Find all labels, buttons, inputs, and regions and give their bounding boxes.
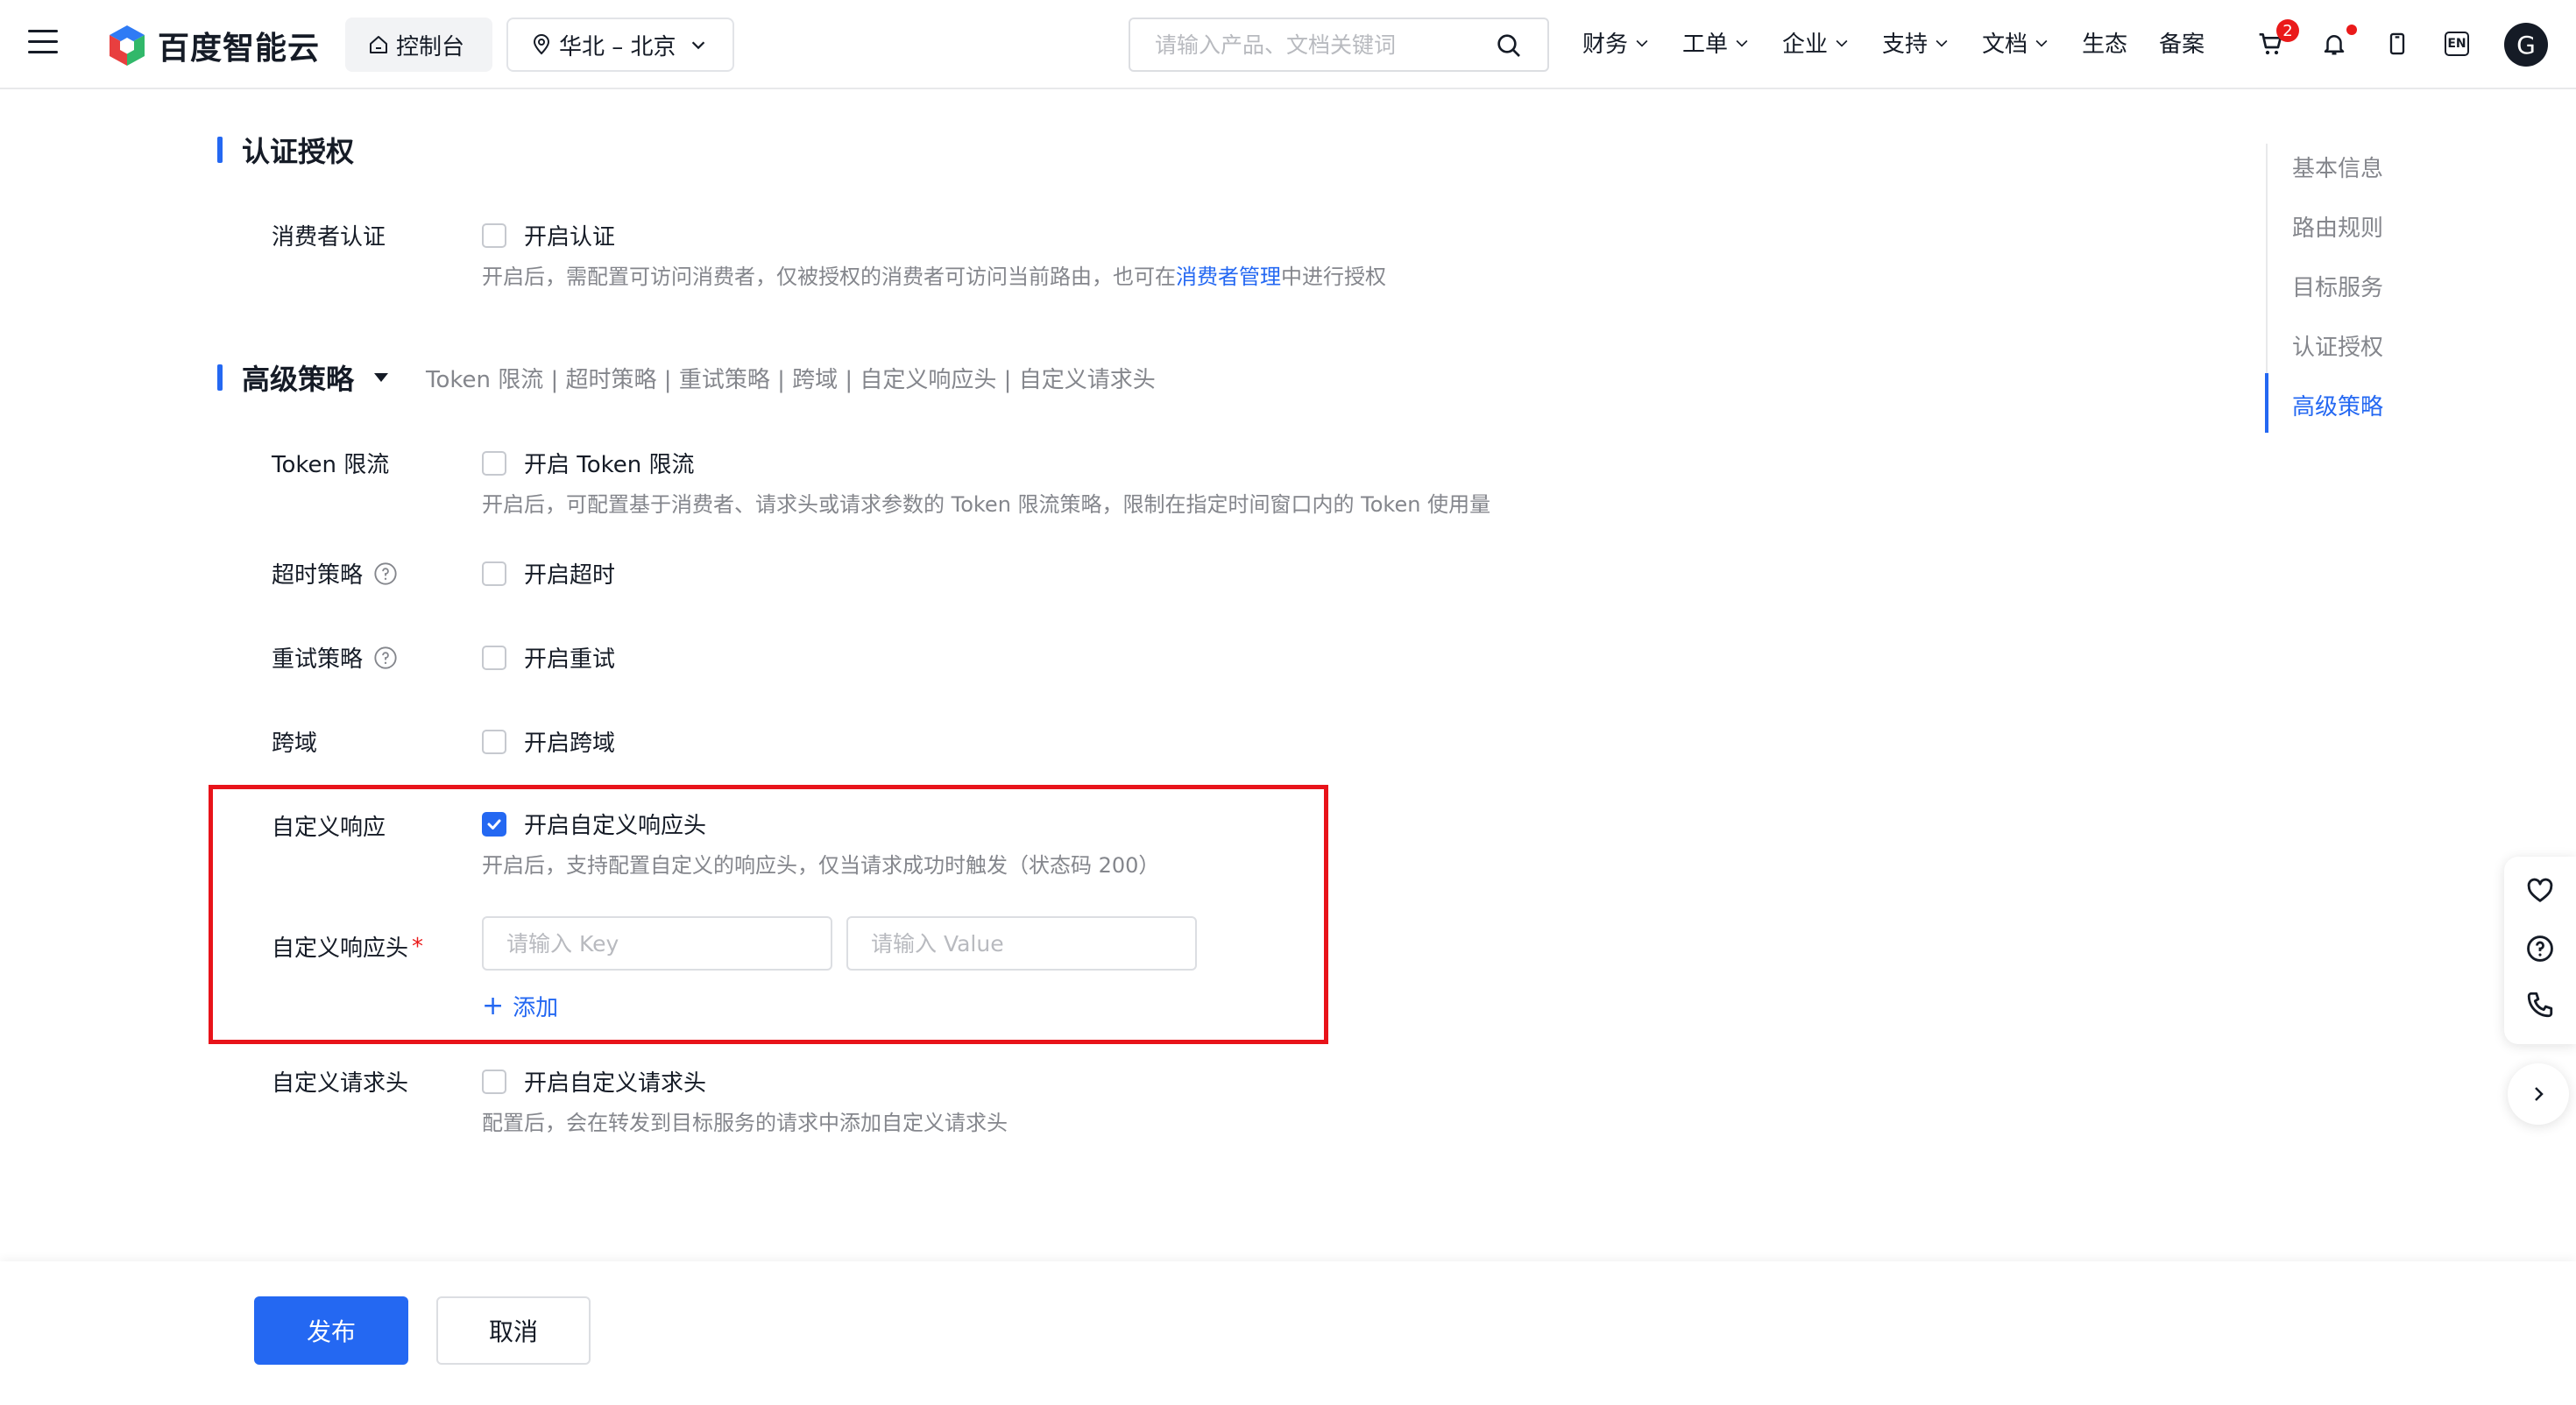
top-menu: 财务 工单 企业 支持 文档 生态 备案 bbox=[1582, 26, 2236, 59]
cors-label: 跨域 bbox=[272, 731, 318, 757]
timeout-checkbox[interactable]: 开启超时 bbox=[482, 557, 615, 590]
section-accent-bar bbox=[217, 364, 223, 391]
checkbox-box[interactable] bbox=[482, 1069, 506, 1094]
timeout-label-text: 超时策略 bbox=[272, 562, 364, 589]
anchor-active-indicator bbox=[2265, 373, 2268, 433]
search-input[interactable] bbox=[1153, 31, 1481, 59]
token-limit-label: Token 限流 bbox=[272, 452, 390, 478]
brand-logo[interactable]: 百度智能云 bbox=[105, 23, 320, 68]
anchor-item-route-rules[interactable]: 路由规则 bbox=[2292, 210, 2383, 243]
checkbox-box[interactable] bbox=[482, 561, 506, 586]
anchor-item-basic-info[interactable]: 基本信息 bbox=[2292, 151, 2383, 183]
advanced-section-title[interactable]: 高级策略 Token 限流 | 超时策略 | 重试策略 | 跨域 | 自定义响应… bbox=[217, 357, 1156, 398]
consumer-auth-checkbox[interactable]: 开启认证 bbox=[482, 219, 615, 251]
console-button[interactable]: 控制台 bbox=[345, 18, 492, 72]
chevron-down-icon bbox=[1636, 39, 1648, 47]
region-label: 华北 – 北京 bbox=[559, 33, 676, 60]
cart-count-badge: 2 bbox=[2276, 19, 2299, 42]
custom-request-label: 自定义请求头 bbox=[272, 1070, 409, 1097]
retry-checkbox[interactable]: 开启重试 bbox=[482, 641, 615, 674]
brand-name: 百度智能云 bbox=[158, 31, 321, 67]
anchor-item-auth[interactable]: 认证授权 bbox=[2292, 329, 2383, 362]
menu-enterprise-label: 企业 bbox=[1782, 32, 1829, 58]
global-search bbox=[1129, 18, 1549, 72]
mobile-icon[interactable] bbox=[2380, 26, 2415, 61]
menu-docs-label: 文档 bbox=[1982, 32, 2028, 58]
search-icon[interactable] bbox=[1495, 32, 1523, 60]
timeout-checkbox-label: 开启超时 bbox=[524, 562, 616, 589]
token-limit-checkbox[interactable]: 开启 Token 限流 bbox=[482, 447, 695, 479]
chevron-down-icon bbox=[2035, 39, 2048, 47]
footer-bar: 发布 取消 bbox=[0, 1261, 2576, 1405]
menu-finance[interactable]: 财务 bbox=[1582, 26, 1651, 59]
caret-down-icon[interactable] bbox=[373, 372, 389, 383]
highlight-box bbox=[209, 785, 1328, 1044]
floating-toolbar bbox=[2504, 857, 2576, 1044]
chevron-down-icon bbox=[1936, 39, 1948, 47]
menu-support[interactable]: 支持 bbox=[1882, 26, 1950, 59]
language-switch[interactable]: EN bbox=[2445, 32, 2469, 56]
menu-ecosystem-label: 生态 bbox=[2082, 32, 2128, 58]
anchor-nav: 基本信息 路由规则 目标服务 认证授权 高级策略 bbox=[2265, 144, 2425, 433]
menu-enterprise[interactable]: 企业 bbox=[1782, 26, 1851, 59]
menu-filing[interactable]: 备案 bbox=[2159, 26, 2204, 59]
help-circle-icon[interactable] bbox=[373, 561, 398, 586]
advanced-title-text: 高级策略 bbox=[242, 363, 355, 396]
expand-toolbar-button[interactable] bbox=[2508, 1063, 2569, 1125]
token-limit-hint: 开启后，可配置基于消费者、请求头或请求参数的 Token 限流策略，限制在指定时… bbox=[482, 492, 1491, 517]
menu-support-label: 支持 bbox=[1882, 32, 1928, 58]
menu-filing-label: 备案 bbox=[2159, 32, 2205, 58]
baidu-cloud-logo-icon bbox=[110, 25, 145, 66]
retry-label: 重试策略 bbox=[272, 641, 398, 674]
custom-request-checkbox[interactable]: 开启自定义请求头 bbox=[482, 1065, 706, 1098]
token-limit-checkbox-label: 开启 Token 限流 bbox=[524, 452, 695, 478]
console-label: 控制台 bbox=[396, 33, 465, 60]
checkbox-box[interactable] bbox=[482, 222, 506, 248]
menu-icon[interactable] bbox=[28, 30, 58, 56]
consumer-auth-hint: 开启后，需配置可访问消费者，仅被授权的消费者可访问当前路由，也可在消费者管理中进… bbox=[482, 259, 1386, 290]
chevron-down-icon bbox=[691, 41, 704, 50]
menu-ticket[interactable]: 工单 bbox=[1682, 26, 1751, 59]
menu-ticket-label: 工单 bbox=[1682, 32, 1729, 58]
checkbox-box[interactable] bbox=[482, 645, 506, 670]
help-icon[interactable] bbox=[2525, 934, 2555, 964]
retry-checkbox-label: 开启重试 bbox=[524, 646, 616, 673]
chevron-down-icon bbox=[1736, 39, 1748, 47]
anchor-item-target-service[interactable]: 目标服务 bbox=[2292, 270, 2383, 302]
home-icon bbox=[370, 36, 387, 53]
cors-checkbox[interactable]: 开启跨域 bbox=[482, 725, 615, 758]
top-navbar: 百度智能云 控制台 华北 – 北京 财务 工单 企业 支持 文档 生态 备案 bbox=[0, 0, 2576, 89]
heart-icon[interactable] bbox=[2525, 876, 2555, 906]
menu-finance-label: 财务 bbox=[1582, 32, 1629, 58]
consumer-auth-label: 消费者认证 bbox=[272, 224, 386, 251]
chevron-right-icon bbox=[2535, 1087, 2544, 1101]
notification-dot bbox=[2346, 25, 2357, 35]
section-accent-bar bbox=[217, 137, 223, 163]
chevron-down-icon bbox=[1836, 39, 1848, 47]
checkbox-box[interactable] bbox=[482, 729, 506, 754]
cancel-button[interactable]: 取消 bbox=[436, 1296, 591, 1365]
menu-ecosystem[interactable]: 生态 bbox=[2082, 26, 2127, 59]
publish-button[interactable]: 发布 bbox=[254, 1296, 408, 1365]
custom-request-hint: 配置后，会在转发到目标服务的请求中添加自定义请求头 bbox=[482, 1111, 1008, 1135]
cors-checkbox-label: 开启跨域 bbox=[524, 731, 616, 757]
avatar[interactable]: G bbox=[2504, 23, 2548, 67]
custom-request-checkbox-label: 开启自定义请求头 bbox=[524, 1070, 707, 1097]
consumer-auth-checkbox-label: 开启认证 bbox=[524, 224, 616, 251]
retry-label-text: 重试策略 bbox=[272, 646, 364, 673]
help-circle-icon[interactable] bbox=[373, 646, 398, 670]
menu-docs[interactable]: 文档 bbox=[1982, 26, 2050, 59]
phone-icon[interactable] bbox=[2525, 990, 2555, 1020]
auth-title-text: 认证授权 bbox=[242, 135, 355, 168]
auth-section-title: 认证授权 bbox=[217, 130, 354, 170]
location-pin-icon bbox=[533, 34, 550, 55]
anchor-item-advanced[interactable]: 高级策略 bbox=[2292, 389, 2383, 421]
checkbox-box[interactable] bbox=[482, 450, 506, 476]
advanced-subtitle: Token 限流 | 超时策略 | 重试策略 | 跨域 | 自定义响应头 | 自… bbox=[426, 366, 1156, 393]
consumer-management-link[interactable]: 消费者管理 bbox=[1176, 265, 1281, 289]
region-selector[interactable]: 华北 – 北京 bbox=[506, 18, 734, 72]
hint-text-after: 中进行授权 bbox=[1281, 265, 1386, 289]
hint-text-before: 开启后，需配置可访问消费者，仅被授权的消费者可访问当前路由，也可在 bbox=[482, 265, 1176, 289]
timeout-label: 超时策略 bbox=[272, 557, 398, 590]
